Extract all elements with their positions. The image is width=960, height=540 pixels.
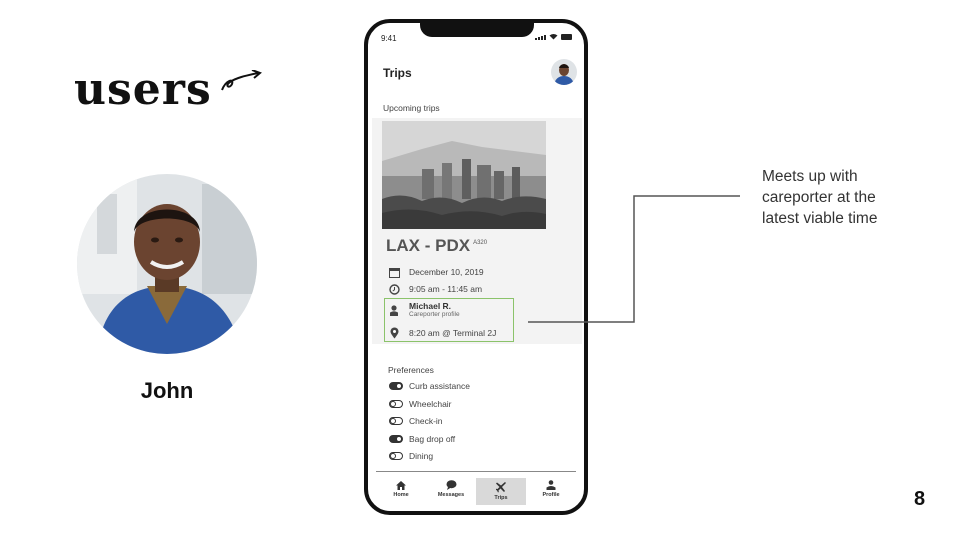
annotation-text: Meets up with careporter at the latest v… bbox=[762, 166, 942, 229]
annotation-line: careporter at the bbox=[762, 189, 876, 206]
annotation-connector bbox=[528, 195, 740, 323]
page-number: 8 bbox=[914, 488, 926, 510]
annotation-line: Meets up with bbox=[762, 168, 858, 185]
annotation-line: latest viable time bbox=[762, 210, 878, 227]
